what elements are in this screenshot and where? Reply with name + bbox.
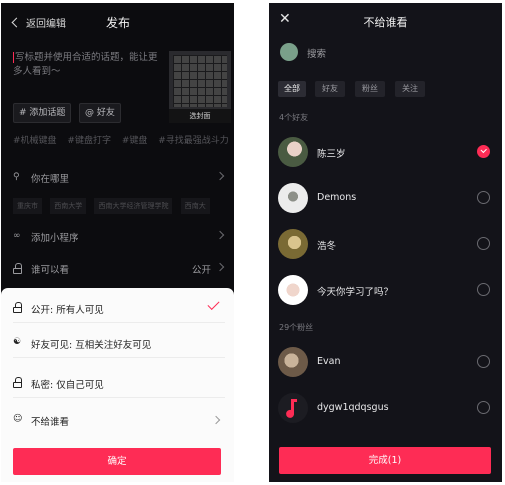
fans-section-header: 29个粉丝 xyxy=(279,323,314,332)
publish-screen: 返回编辑 发布 写标题并使用合适的话题，能让更多人看到～ 选封面 # 添加话题 … xyxy=(1,3,234,482)
option-public[interactable]: 公开: 所有人可见 xyxy=(13,293,225,323)
divider xyxy=(13,397,225,398)
location-tag[interactable]: 西南大学 xyxy=(50,198,87,214)
avatar xyxy=(278,393,308,423)
location-tag[interactable]: 重庆市 xyxy=(13,198,42,214)
option-label: 公开: 所有人可见 xyxy=(31,305,104,316)
lock-icon xyxy=(13,263,23,274)
chevron-right-icon xyxy=(215,171,225,181)
list-item[interactable]: 今天你学习了吗？ xyxy=(269,273,502,313)
keyboard-image xyxy=(173,55,227,107)
tag-item[interactable]: #键盘打字 xyxy=(67,136,111,146)
mini-program-row[interactable]: ∞ 添加小程序 xyxy=(13,229,225,249)
option-label: 好友可见: 互相关注好友可见 xyxy=(31,340,152,351)
page-title: 不给谁看 xyxy=(363,16,408,29)
location-tag[interactable]: 西南大 xyxy=(180,198,210,214)
chevron-right-icon xyxy=(211,415,221,425)
caption-input[interactable]: 写标题并使用合适的话题，能让更多人看到～ xyxy=(13,51,161,79)
radio-icon[interactable] xyxy=(477,401,490,414)
chevron-right-icon xyxy=(215,262,225,272)
cover-thumbnail[interactable]: 选封面 xyxy=(169,51,231,123)
avatar xyxy=(278,347,308,377)
visibility-sheet: 公开: 所有人可见 ☯ 好友可见: 互相关注好友可见 私密: 仅自己可见 ☺ 不… xyxy=(1,288,234,482)
music-note-icon xyxy=(286,399,297,418)
list-item[interactable]: Evan xyxy=(269,345,502,385)
back-label: 返回编辑 xyxy=(26,19,66,30)
list-item[interactable]: 陈三岁 xyxy=(269,135,502,175)
selected-check-icon[interactable] xyxy=(477,145,490,158)
search-avatar xyxy=(280,43,298,61)
who-can-see-label: 谁可以看 xyxy=(31,265,70,276)
radio-icon[interactable] xyxy=(477,283,490,296)
unlock-icon xyxy=(13,302,23,313)
confirm-button[interactable]: 确定 xyxy=(13,448,221,475)
done-button[interactable]: 完成(1) xyxy=(279,447,491,474)
tag-item[interactable]: #机械键盘 xyxy=(13,136,57,146)
radio-icon[interactable] xyxy=(477,191,490,204)
exclude-viewers-screen: 不给谁看 ✕ 搜索 全部 好友 粉丝 关注 4个好友 陈三岁 Demons 浩冬… xyxy=(269,3,502,482)
tab-all[interactable]: 全部 xyxy=(278,81,306,97)
mini-program-label: 添加小程序 xyxy=(31,233,79,244)
suggested-tags: #机械键盘 #键盘打字 #键盘 #寻找最强战斗力 xyxy=(13,133,234,146)
user-name: Demons xyxy=(317,192,357,203)
avatar xyxy=(278,137,308,167)
location-label: 你在哪里 xyxy=(31,174,70,185)
option-private[interactable]: 私密: 仅自己可见 xyxy=(13,368,225,398)
list-item[interactable]: dygw1qdqsgus xyxy=(269,391,502,431)
user-name: 陈三岁 xyxy=(317,149,346,160)
text-cursor xyxy=(13,52,14,63)
top-bar: 返回编辑 发布 xyxy=(1,3,234,37)
user-name: Evan xyxy=(317,356,341,367)
who-can-see-row[interactable]: 谁可以看 公开 xyxy=(13,261,225,281)
tag-item[interactable]: #寻找最强战斗力 xyxy=(158,136,229,146)
chevron-right-icon xyxy=(215,230,225,240)
cover-select-label: 选封面 xyxy=(169,109,231,123)
option-label: 不给谁看 xyxy=(31,417,70,428)
divider xyxy=(13,322,225,323)
radio-icon[interactable] xyxy=(477,237,490,250)
search-input[interactable]: 搜索 xyxy=(307,46,326,60)
list-item[interactable]: 浩冬 xyxy=(269,227,502,267)
add-topic-button[interactable]: # 添加话题 xyxy=(13,103,72,123)
close-icon[interactable]: ✕ xyxy=(279,11,291,27)
avatar xyxy=(278,229,308,259)
option-exclude[interactable]: ☺ 不给谁看 xyxy=(13,405,225,435)
back-button[interactable]: 返回编辑 xyxy=(11,15,66,30)
lock-icon xyxy=(13,377,23,388)
avatar xyxy=(278,183,308,213)
user-block-icon: ☺ xyxy=(13,414,23,424)
tab-friends[interactable]: 好友 xyxy=(315,81,345,97)
page-title: 发布 xyxy=(106,16,131,30)
tab-following[interactable]: 关注 xyxy=(395,81,425,97)
mention-friend-button[interactable]: @ 好友 xyxy=(79,103,121,123)
radio-icon[interactable] xyxy=(477,355,490,368)
option-label: 私密: 仅自己可见 xyxy=(31,380,104,391)
users-icon: ☯ xyxy=(13,337,22,347)
who-can-see-value: 公开 xyxy=(191,265,211,276)
user-name: dygw1qdqsgus xyxy=(317,402,389,413)
user-name: 浩冬 xyxy=(317,241,337,252)
user-name: 今天你学习了吗？ xyxy=(317,287,394,298)
location-tag[interactable]: 西南大学经济管理学院 xyxy=(94,198,173,214)
tab-fans[interactable]: 粉丝 xyxy=(355,81,385,97)
option-friends[interactable]: ☯ 好友可见: 互相关注好友可见 xyxy=(13,328,225,358)
friends-section-header: 4个好友 xyxy=(279,113,309,122)
chevron-left-icon xyxy=(11,17,22,28)
checkmark-icon xyxy=(207,297,220,311)
divider xyxy=(13,357,225,358)
location-pin-icon: ⚲ xyxy=(13,172,20,182)
tag-item[interactable]: #键盘 xyxy=(122,136,148,146)
location-row[interactable]: ⚲ 你在哪里 xyxy=(13,170,225,190)
avatar xyxy=(278,275,308,305)
link-icon: ∞ xyxy=(13,231,21,241)
list-item[interactable]: Demons xyxy=(269,181,502,221)
location-suggestions: 重庆市 西南大学 西南大学经济管理学院 西南大 xyxy=(13,198,216,214)
